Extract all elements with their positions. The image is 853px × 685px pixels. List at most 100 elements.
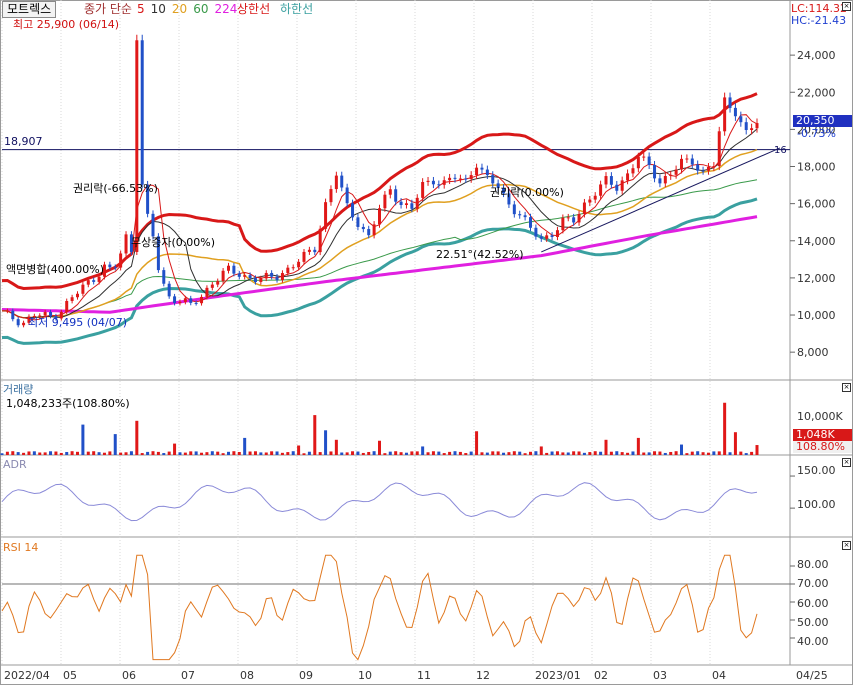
- volume-bar: [394, 451, 398, 455]
- volume-bar: [588, 452, 592, 455]
- candle-body: [259, 278, 263, 283]
- candle-body: [340, 175, 344, 188]
- candle-body: [399, 201, 403, 205]
- volume-bar: [291, 451, 295, 455]
- candle-body: [372, 224, 376, 236]
- reference-line-right-label: 16: [774, 145, 787, 156]
- candle-body: [86, 280, 90, 285]
- volume-bar: [415, 451, 419, 455]
- stock-name-label[interactable]: 모트렉스: [2, 1, 57, 18]
- current-price-tag: 20,350: [793, 115, 852, 127]
- x-axis-label: 2022/04: [4, 669, 50, 682]
- candle-body: [593, 195, 597, 200]
- volume-bar: [97, 452, 101, 455]
- price-tick-label: 12,000: [797, 272, 836, 285]
- x-axis-label: 2023/01: [535, 669, 581, 682]
- candle-body: [539, 236, 543, 239]
- price-tick-label: 16,000: [797, 198, 836, 211]
- volume-bar: [599, 451, 603, 455]
- adr-panel-close-button[interactable]: ×: [842, 458, 851, 467]
- candle-body: [43, 312, 47, 316]
- ma-legend-item[interactable]: 10: [151, 2, 166, 16]
- candle-body: [620, 180, 624, 191]
- volume-bar: [399, 452, 403, 455]
- ma-prefix-label: 종가 단순: [84, 2, 132, 16]
- x-axis-label: 04: [712, 669, 726, 682]
- candle-body: [448, 177, 452, 181]
- candle-body: [615, 184, 619, 191]
- candle-body: [437, 184, 441, 186]
- candle-body: [669, 174, 673, 177]
- candle-body: [189, 298, 193, 303]
- rsi-tick-60: 60.00: [797, 597, 829, 610]
- candle-body: [421, 182, 425, 198]
- volume-panel-close-button[interactable]: ×: [842, 383, 851, 392]
- volume-bar: [680, 444, 683, 455]
- volume-bar: [458, 451, 462, 455]
- volume-bar: [545, 452, 549, 455]
- price-panel-close-button[interactable]: ×: [842, 2, 851, 11]
- candle-body: [458, 178, 462, 180]
- ma-legend-item[interactable]: 224: [214, 2, 237, 16]
- ma-legend-item[interactable]: 60: [193, 2, 208, 16]
- candle-body: [167, 283, 171, 297]
- ma-legend-item[interactable]: 20: [172, 2, 187, 16]
- candle-body: [297, 261, 301, 268]
- volume-bar: [388, 451, 392, 455]
- lower-limit-label[interactable]: 하한선: [280, 3, 313, 16]
- candle-body: [361, 226, 365, 230]
- candle-body: [464, 178, 468, 180]
- volume-bar: [464, 453, 468, 455]
- volume-bar: [313, 415, 317, 455]
- volume-bar: [485, 452, 489, 455]
- volume-bar: [696, 451, 700, 455]
- volume-bar: [151, 451, 155, 455]
- upper-limit-label[interactable]: 상한선: [237, 3, 270, 16]
- ma-legend-item[interactable]: 5: [137, 2, 145, 16]
- candle-body: [717, 131, 721, 167]
- high-price-label: 최고 25,900 (06/14): [13, 18, 120, 31]
- volume-bar: [469, 451, 473, 455]
- stock-chart[interactable]: 24,00022,00020,00018,00016,00014,00012,0…: [0, 0, 853, 685]
- rsi-tick-80: 80.00: [797, 558, 829, 571]
- candle-body: [723, 97, 727, 132]
- volume-bar: [324, 430, 328, 455]
- candle-body: [334, 175, 338, 190]
- candle-body: [555, 230, 559, 237]
- candle-body: [11, 310, 15, 320]
- volume-bar: [496, 451, 500, 455]
- volume-bar: [437, 451, 441, 455]
- volume-bar: [205, 452, 209, 455]
- volume-bar: [539, 446, 543, 455]
- volume-bar: [534, 451, 538, 455]
- volume-bar: [76, 451, 79, 455]
- x-axis-label: 05: [63, 669, 77, 682]
- candle-body: [97, 276, 101, 282]
- candle-body: [728, 97, 732, 108]
- rsi-tick-70: 70.00: [797, 577, 829, 590]
- x-axis-label: 03: [653, 669, 667, 682]
- volume-bar: [286, 452, 290, 455]
- rsi-panel-close-button[interactable]: ×: [842, 541, 851, 550]
- volume-bar: [32, 451, 36, 455]
- volume-bar: [453, 451, 457, 455]
- ma-legend[interactable]: 5 10 20 60 224: [137, 3, 243, 16]
- volume-bar: [253, 451, 257, 455]
- candle-body: [750, 128, 754, 131]
- candle-body: [119, 253, 123, 268]
- candle-body: [636, 156, 640, 169]
- volume-bar: [502, 452, 506, 455]
- volume-bar: [59, 452, 63, 455]
- candle-body: [739, 116, 743, 123]
- candle-body: [442, 180, 446, 185]
- candle-body: [253, 278, 257, 283]
- volume-bar: [701, 452, 705, 455]
- volume-bar: [507, 452, 511, 455]
- volume-bar: [345, 452, 349, 455]
- candle-body: [480, 167, 484, 170]
- candle-body: [701, 170, 705, 172]
- candle-body: [227, 265, 230, 271]
- volume-bar: [372, 451, 376, 455]
- candle-body: [313, 249, 317, 253]
- volume-bar: [38, 452, 42, 455]
